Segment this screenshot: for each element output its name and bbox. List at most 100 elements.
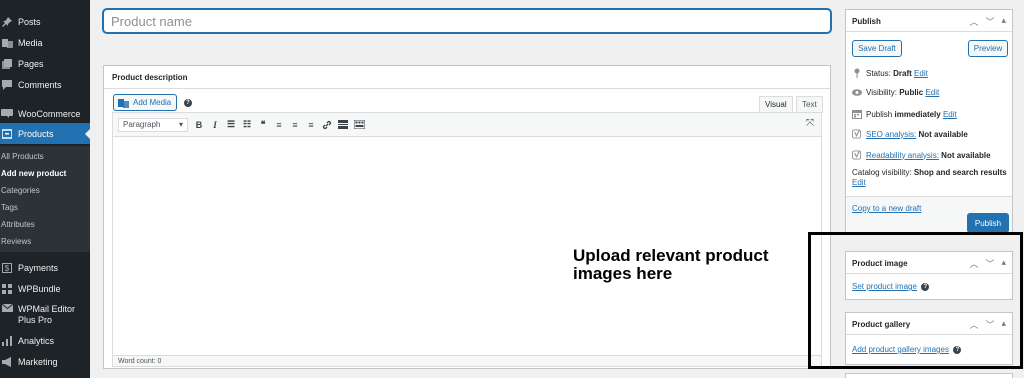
publish-box: Publish ︿ ﹀ ▴ Save Draft Preview Status:… [845, 9, 1013, 235]
readability-row: Readability analysis: Not available [852, 150, 991, 160]
bullet-list-icon[interactable]: ☰ [224, 118, 238, 132]
align-right-icon[interactable]: ≡ [304, 118, 318, 132]
bold-icon[interactable]: B [192, 118, 206, 132]
menu-label: WPBundle [18, 283, 61, 294]
edit-catalog-visibility-link[interactable]: Edit [852, 178, 866, 187]
menu-item-woocommerce[interactable]: WooCommerce [0, 103, 90, 124]
menu-label: Comments [18, 79, 62, 90]
submenu-categories[interactable]: Categories [1, 186, 40, 195]
copy-to-new-draft-link[interactable]: Copy to a new draft [852, 204, 921, 213]
edit-visibility-link[interactable]: Edit [925, 88, 939, 97]
divider [104, 88, 830, 89]
admin-sidebar: Posts Media Pages Comments WooCommerce P… [0, 0, 91, 378]
status-row: Status: Draft Edit [852, 68, 928, 78]
schedule-value: immediately [894, 109, 941, 119]
seo-value: Not available [918, 129, 968, 139]
edit-status-link[interactable]: Edit [914, 69, 928, 78]
readability-analysis-link[interactable]: Readability analysis: [866, 151, 939, 160]
menu-label: Posts [18, 16, 41, 27]
menu-label: Media [18, 37, 43, 48]
submenu-tags[interactable]: Tags [1, 203, 18, 212]
edit-schedule-link[interactable]: Edit [943, 110, 957, 119]
menu-item-products[interactable]: Products [0, 123, 91, 144]
blockquote-icon[interactable]: ❝ [256, 118, 270, 132]
publish-title: Publish [852, 17, 881, 26]
editor-toolbar: Paragraph ▾ B I ☰ ☷ ❝ ≡ ≡ ≡ ⤧ [112, 112, 822, 137]
mail-icon [0, 304, 14, 312]
seo-row: SEO analysis: Not available [852, 129, 968, 139]
menu-label: WPMail Editor Plus Pro [18, 304, 76, 325]
yoast-seo-icon [852, 129, 862, 139]
menu-item-marketing[interactable]: Marketing [0, 351, 90, 372]
schedule-row: Publish immediately Edit [852, 109, 957, 119]
submenu-attributes[interactable]: Attributes [1, 220, 35, 229]
move-up-icon[interactable]: ︿ [969, 15, 978, 28]
visibility-value: Public [899, 88, 924, 97]
format-select[interactable]: Paragraph ▾ [118, 117, 188, 132]
seo-analysis-link[interactable]: SEO analysis: [866, 130, 916, 139]
menu-item-wpmail-editor[interactable]: WPMail Editor Plus Pro [0, 299, 90, 329]
numbered-list-icon[interactable]: ☷ [240, 118, 254, 132]
menu-item-wpbundle[interactable]: WPBundle [0, 278, 90, 299]
status-value: Draft [893, 68, 912, 78]
highlight-frame [808, 232, 1023, 369]
chevron-down-icon: ▾ [178, 120, 183, 129]
preview-button[interactable]: Preview [968, 40, 1008, 57]
toolbar-toggle-icon[interactable] [352, 118, 366, 132]
menu-label: Analytics [18, 335, 55, 346]
megaphone-icon [0, 356, 14, 367]
tab-text[interactable]: Text [796, 96, 823, 113]
word-count: Word count: 0 [112, 355, 822, 367]
format-select-value: Paragraph [123, 120, 161, 129]
publish-actions: Copy to a new draft Publish [846, 196, 1012, 235]
menu-label: Payments [18, 262, 59, 273]
align-left-icon[interactable]: ≡ [272, 118, 286, 132]
menu-item-analytics[interactable]: Analytics [0, 330, 90, 351]
catalog-visibility-value: Shop and search results [913, 168, 1007, 177]
product-description-title: Product description [112, 73, 188, 82]
woocommerce-icon [0, 109, 14, 118]
submenu-reviews[interactable]: Reviews [1, 237, 31, 246]
media-icon [0, 38, 14, 48]
visibility-row: Visibility: Public Edit [852, 88, 939, 97]
align-center-icon[interactable]: ≡ [288, 118, 302, 132]
tab-visual[interactable]: Visual [759, 96, 793, 113]
pin-icon [852, 68, 862, 78]
add-media-icon [118, 98, 129, 108]
publish-button[interactable]: Publish [967, 213, 1009, 233]
submenu-add-new-product[interactable]: Add new product [1, 169, 66, 178]
eye-icon [852, 89, 862, 96]
toggle-panel-icon[interactable]: ▴ [1001, 15, 1006, 28]
menu-label: WooCommerce [18, 108, 81, 119]
menu-label: Marketing [18, 356, 58, 367]
menu-item-payments[interactable]: $ Payments [0, 257, 90, 278]
catalog-visibility-label: Catalog visibility: [852, 168, 912, 177]
visibility-label: Visibility: [866, 88, 897, 97]
move-down-icon[interactable]: ﹀ [985, 15, 994, 28]
schedule-label: Publish [866, 109, 893, 119]
product-name-placeholder: Product name [111, 13, 192, 29]
annotation-text: Upload relevant product images here [573, 246, 769, 283]
product-description-box: Product description Add Media ? Visual T… [103, 65, 831, 369]
menu-item-pages[interactable]: Pages [0, 53, 90, 74]
fullscreen-icon[interactable]: ⤧ [806, 118, 814, 129]
analytics-icon [0, 335, 14, 346]
publish-header: Publish ︿ ﹀ ▴ [846, 10, 1012, 32]
menu-item-posts[interactable]: Posts [0, 11, 90, 32]
menu-label: Products [18, 128, 54, 139]
save-draft-button[interactable]: Save Draft [852, 40, 902, 57]
calendar-icon [852, 109, 862, 119]
product-name-input[interactable]: Product name [103, 9, 831, 33]
menu-item-comments[interactable]: Comments [0, 74, 90, 95]
payments-icon: $ [0, 262, 14, 273]
read-more-icon[interactable] [336, 118, 350, 132]
help-icon[interactable]: ? [184, 99, 192, 107]
add-media-button[interactable]: Add Media [113, 94, 178, 111]
submenu-all-products[interactable]: All Products [1, 152, 44, 161]
yoast-readability-icon [852, 150, 862, 160]
link-icon[interactable] [320, 118, 334, 132]
readability-value: Not available [941, 150, 991, 160]
menu-item-media[interactable]: Media [0, 32, 90, 53]
pushpin-icon [0, 16, 14, 27]
italic-icon[interactable]: I [208, 118, 222, 132]
